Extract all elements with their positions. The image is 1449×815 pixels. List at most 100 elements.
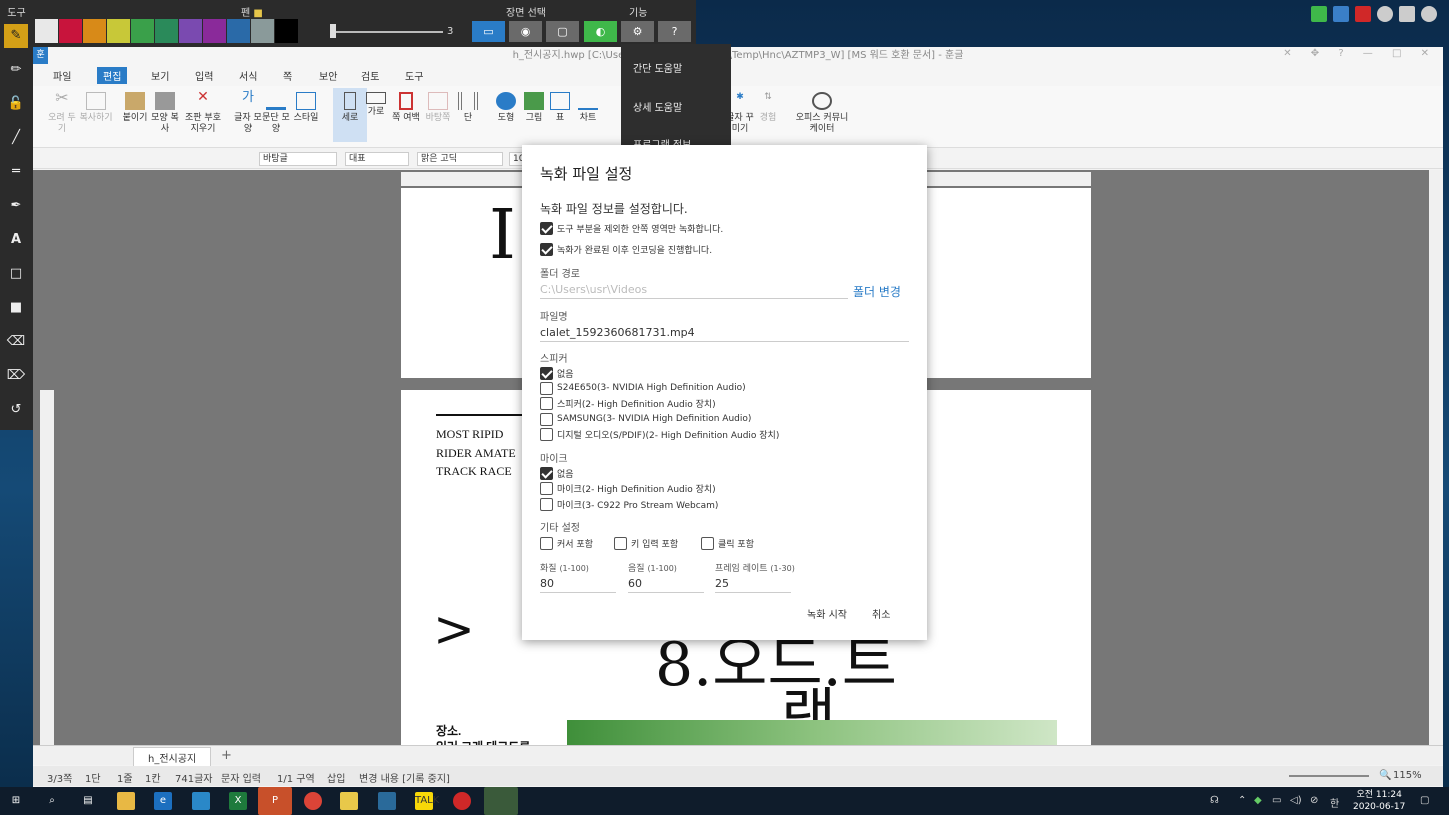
camera-icon[interactable]: ◉ <box>509 21 542 42</box>
speaker-option-speaker[interactable]: 스피커(2- High Definition Audio 장치) <box>540 396 716 410</box>
font-select[interactable]: 맑은 고딕 <box>417 152 503 166</box>
mic-checkbox[interactable] <box>540 497 553 511</box>
menu-security[interactable]: 보안 <box>319 68 337 83</box>
speaker-option-samsung[interactable]: SAMSUNG(3- NVIDIA High Definition Audio) <box>540 412 751 426</box>
include-keys-checkbox[interactable] <box>614 536 627 550</box>
color-swatch[interactable] <box>83 19 106 43</box>
margin-button[interactable]: 쪽 여백 <box>389 92 423 124</box>
record-video-icon[interactable] <box>1355 6 1371 22</box>
lock-tool-icon[interactable]: 🔓 <box>4 92 28 116</box>
menu-item-quick-help[interactable]: 간단 도움말 <box>633 60 682 75</box>
document-tab[interactable]: h_전시공지 <box>133 747 212 768</box>
office-communicator-button[interactable]: 오피스 커뮤니케이터 <box>793 92 851 135</box>
color-swatch[interactable] <box>251 19 274 43</box>
master-page-button[interactable]: 바탕쪽 <box>421 92 455 124</box>
add-tab-icon[interactable]: + <box>221 748 232 763</box>
mic-checkbox[interactable] <box>540 481 553 495</box>
speaker-option-none[interactable]: 없음 <box>540 366 574 380</box>
clear-tool-icon[interactable]: ⌦ <box>4 364 28 388</box>
include-click-option[interactable]: 클릭 포함 <box>701 536 754 550</box>
ie-icon[interactable]: e <box>154 792 172 810</box>
kakaotalk-icon[interactable]: TALK <box>415 792 439 810</box>
color-swatch[interactable] <box>155 19 178 43</box>
speaker-checkbox[interactable] <box>540 427 553 441</box>
excel-icon[interactable]: X <box>229 792 247 810</box>
fullscreen-select-icon[interactable]: ▭ <box>472 21 505 42</box>
person-icon[interactable]: ☊ <box>1210 795 1219 806</box>
rectangle-tool-icon[interactable]: □ <box>4 262 28 286</box>
column-button[interactable]: 단 <box>451 92 485 124</box>
sound-field[interactable]: 60 <box>628 577 704 593</box>
zoom-icon[interactable]: 🔍 <box>1379 770 1391 781</box>
pen-tool-icon[interactable]: ✎ <box>4 24 28 48</box>
speaker-checkbox[interactable] <box>540 381 553 395</box>
cancel-button[interactable]: 취소 <box>872 606 890 621</box>
clock[interactable]: 오전 11:24 2020-06-17 <box>1353 789 1405 813</box>
filename-field[interactable]: clalet_1592360681731.mp4 <box>540 326 909 342</box>
horizontal-button[interactable]: 가로 <box>359 92 393 118</box>
layers-icon[interactable] <box>1311 6 1327 22</box>
line-tool-icon[interactable]: ═ <box>4 160 28 184</box>
start-recording-button[interactable]: 녹화 시작 <box>807 606 847 621</box>
color-swatch[interactable] <box>35 19 58 43</box>
include-cursor-option[interactable]: 커서 포함 <box>540 536 593 550</box>
tray-arrow-icon[interactable]: ⌃ <box>1238 795 1246 806</box>
clear-codes-button[interactable]: ✕ 조판 부호 지우기 <box>183 90 223 135</box>
copy-button[interactable]: 복사하기 <box>79 92 113 124</box>
style-button[interactable]: 스타일 <box>289 92 323 124</box>
inner-area-checkbox[interactable] <box>540 221 553 235</box>
image-capture-icon[interactable] <box>1333 6 1349 22</box>
size-select[interactable]: 10 <box>509 152 524 166</box>
capture-app-icon[interactable] <box>484 787 518 815</box>
color-swatch[interactable] <box>107 19 130 43</box>
encode-after-checkbox[interactable] <box>540 242 553 256</box>
fps-field[interactable]: 25 <box>715 577 791 593</box>
app-icon[interactable] <box>192 792 210 810</box>
network-icon[interactable]: ▭ <box>1272 795 1281 806</box>
volume-icon[interactable]: ◁) <box>1290 795 1302 806</box>
brush-tool-icon[interactable]: ╱ <box>4 126 28 150</box>
color-swatch[interactable] <box>275 19 298 43</box>
menu-item-detail-help[interactable]: 상세 도움말 <box>633 99 682 114</box>
paste-button[interactable]: 붙이기 <box>118 92 152 124</box>
help-icon[interactable]: ? <box>658 21 691 42</box>
speaker-option-s24e650[interactable]: S24E650(3- NVIDIA High Definition Audio) <box>540 381 746 395</box>
pencil-tool-icon[interactable]: ✏ <box>4 58 28 82</box>
minimize-icon[interactable] <box>1377 6 1393 22</box>
task-view-icon[interactable]: ▤ <box>79 792 97 810</box>
color-swatch[interactable] <box>227 19 250 43</box>
close-icon[interactable] <box>1421 6 1437 22</box>
encode-after-option[interactable]: 녹화가 완료된 이후 인코딩을 진행합니다. <box>540 242 712 256</box>
include-cursor-checkbox[interactable] <box>540 536 553 550</box>
menu-format[interactable]: 서식 <box>239 68 257 83</box>
start-icon[interactable]: ⊞ <box>7 792 25 810</box>
chart-button[interactable]: 차트 <box>571 92 605 124</box>
powerpoint-icon[interactable]: P <box>258 787 292 815</box>
para-shape-button[interactable]: 문단 모양 <box>259 92 293 135</box>
speaker-checkbox[interactable] <box>540 396 553 410</box>
zoom-slider[interactable] <box>1289 775 1369 777</box>
status-track[interactable]: 변경 내용 [기록 중지] <box>359 770 450 785</box>
color-swatch[interactable] <box>59 19 82 43</box>
region-select-icon[interactable]: ◐ <box>584 21 617 42</box>
menu-edit[interactable]: 편집 <box>97 67 128 84</box>
inner-area-option[interactable]: 도구 부분을 제외한 안쪽 영역만 녹화합니다. <box>540 221 723 235</box>
filled-rect-tool-icon[interactable]: ■ <box>4 296 28 320</box>
change-folder-link[interactable]: 폴더 변경 <box>853 283 901 300</box>
pen-size-knob[interactable] <box>330 24 336 38</box>
mic-option-hda[interactable]: 마이크(2- High Definition Audio 장치) <box>540 481 716 495</box>
settings-gear-icon[interactable]: ⚙ <box>621 21 654 42</box>
expand-icon[interactable] <box>1399 6 1415 22</box>
menu-insert[interactable]: 입력 <box>195 68 213 83</box>
quality-field[interactable]: 80 <box>540 577 616 593</box>
eraser-tool-icon[interactable]: ⌫ <box>4 330 28 354</box>
recorder-icon[interactable] <box>453 792 471 810</box>
ime-indicator[interactable]: 한 <box>1330 795 1339 810</box>
menu-file[interactable]: 파일 <box>53 68 71 83</box>
menu-view[interactable]: 보기 <box>151 68 169 83</box>
include-keys-option[interactable]: 키 입력 포함 <box>614 536 678 550</box>
remote-icon[interactable] <box>378 792 396 810</box>
vertical-scrollbar[interactable] <box>1429 170 1443 745</box>
experience-button[interactable]: ⇅ 경험 <box>751 92 785 124</box>
speaker-checkbox[interactable] <box>540 412 553 426</box>
